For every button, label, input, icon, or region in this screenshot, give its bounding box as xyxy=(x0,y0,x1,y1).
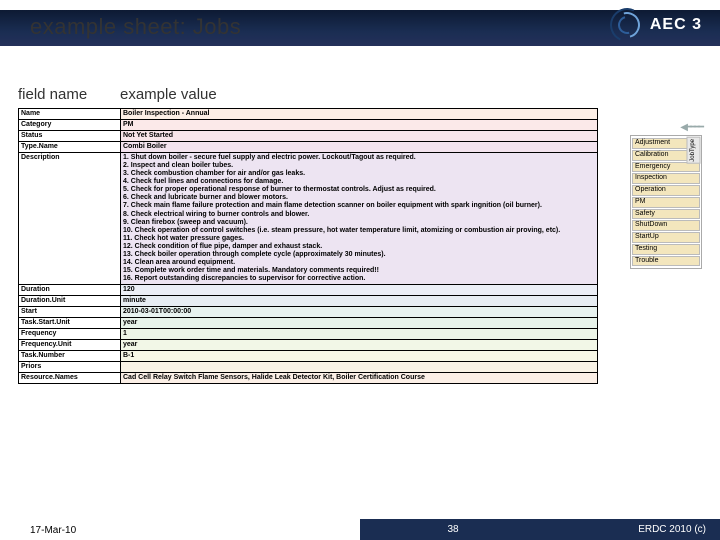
field-label: Description xyxy=(19,153,121,284)
footer-date: 17-Mar-10 xyxy=(0,519,360,540)
field-value: 1. Shut down boiler - secure fuel supply… xyxy=(121,153,597,284)
column-headings: field name example value xyxy=(18,86,217,103)
field-label: Priors xyxy=(19,362,121,372)
field-value: 2010-03-01T00:00:00 xyxy=(121,307,597,317)
field-label: Duration xyxy=(19,285,121,295)
table-row: Start2010-03-01T00:00:00 xyxy=(19,306,597,317)
field-label: Type.Name xyxy=(19,142,121,152)
field-label: Task.Number xyxy=(19,351,121,361)
field-value: B-1 xyxy=(121,351,597,361)
field-value: year xyxy=(121,318,597,328)
jobtype-item: ShutDown xyxy=(632,220,700,231)
logo-text: AEC 3 xyxy=(650,16,702,34)
field-value: minute xyxy=(121,296,597,306)
jobtype-item: Testing xyxy=(632,244,700,255)
field-label: Name xyxy=(19,109,121,119)
jobtype-item: Inspection xyxy=(632,173,700,184)
field-label: Duration.Unit xyxy=(19,296,121,306)
table-row: Resource.NamesCad Cell Relay Switch Flam… xyxy=(19,372,597,383)
table-row: StatusNot Yet Started xyxy=(19,130,597,141)
field-value: Cad Cell Relay Switch Flame Sensors, Hal… xyxy=(121,373,597,383)
jobtype-header: JobType xyxy=(687,137,701,164)
footer-page: 38 xyxy=(360,519,546,540)
jobtype-list: JobType AdjustmentCalibrationEmergencyIn… xyxy=(630,135,702,269)
table-row: Priors xyxy=(19,361,597,372)
footer: 17-Mar-10 38 ERDC 2010 (c) xyxy=(0,519,720,540)
header: example sheet: Jobs AEC 3 xyxy=(0,0,720,50)
callout-arrow-icon: ◀━━━━ xyxy=(680,122,702,133)
field-label: Status xyxy=(19,131,121,141)
table-row: Frequency.Unityear xyxy=(19,339,597,350)
table-row: Task.Start.Unityear xyxy=(19,317,597,328)
jobtype-item: Trouble xyxy=(632,256,700,267)
jobtype-item: StartUp xyxy=(632,232,700,243)
page-title: example sheet: Jobs xyxy=(30,14,241,40)
data-sheet: NameBoiler Inspection - AnnualCategoryPM… xyxy=(18,108,598,384)
logo-swirl-icon xyxy=(610,8,644,42)
table-row: Task.NumberB-1 xyxy=(19,350,597,361)
logo: AEC 3 xyxy=(610,8,702,42)
jobtype-item: Operation xyxy=(632,185,700,196)
table-row: Duration.Unitminute xyxy=(19,295,597,306)
table-row: Description1. Shut down boiler - secure … xyxy=(19,152,597,284)
field-value: 1 xyxy=(121,329,597,339)
jobtype-callout: ◀━━━━ JobType AdjustmentCalibrationEmerg… xyxy=(630,124,702,269)
field-label: Frequency.Unit xyxy=(19,340,121,350)
table-row: Frequency1 xyxy=(19,328,597,339)
field-label: Frequency xyxy=(19,329,121,339)
field-label: Start xyxy=(19,307,121,317)
field-value: Boiler Inspection - Annual xyxy=(121,109,597,119)
field-label: Task.Start.Unit xyxy=(19,318,121,328)
table-row: Duration120 xyxy=(19,284,597,295)
table-row: NameBoiler Inspection - Annual xyxy=(19,109,597,119)
col-example-value: example value xyxy=(120,86,217,103)
field-value: year xyxy=(121,340,597,350)
jobtype-item: PM xyxy=(632,197,700,208)
field-value: Combi Boiler xyxy=(121,142,597,152)
jobtype-item: Safety xyxy=(632,209,700,220)
footer-credit: ERDC 2010 (c) xyxy=(546,519,720,540)
col-field-name: field name xyxy=(18,86,120,103)
field-value: Not Yet Started xyxy=(121,131,597,141)
table-row: CategoryPM xyxy=(19,119,597,130)
field-value xyxy=(121,362,597,372)
field-label: Resource.Names xyxy=(19,373,121,383)
field-label: Category xyxy=(19,120,121,130)
field-value: PM xyxy=(121,120,597,130)
table-row: Type.NameCombi Boiler xyxy=(19,141,597,152)
field-value: 120 xyxy=(121,285,597,295)
